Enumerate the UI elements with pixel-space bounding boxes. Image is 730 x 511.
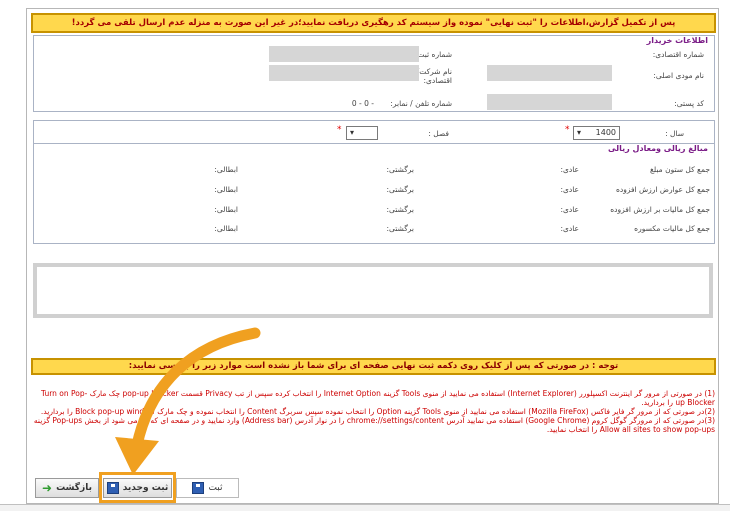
save-button[interactable]: ثبت	[176, 478, 239, 498]
amount-row: جمع کل مالیات بر ارزش افزوده عادی: برگشت…	[34, 202, 716, 220]
period-section: سال : ▾ 1400 * فصل : ▾ *	[33, 120, 715, 145]
floppy-disk-icon	[192, 482, 205, 494]
back-button[interactable]: ➜ بازگشت	[35, 478, 99, 498]
season-required-mark: *	[337, 125, 342, 135]
amount-row-label: جمع کل مالیات بر ارزش افزوده	[610, 205, 710, 214]
season-select[interactable]: ▾	[346, 126, 378, 140]
chevron-down-icon: ▾	[577, 128, 582, 137]
amount-normal-label: عادی:	[560, 224, 580, 233]
season-label: فصل :	[428, 129, 449, 138]
amount-returned-label: برگشتی:	[386, 185, 414, 194]
amount-returned-label: برگشتی:	[386, 224, 414, 233]
amount-row-label: جمع کل عوارض ارزش افزوده	[615, 185, 710, 194]
registration-number-label: شماره ثبت:	[414, 50, 452, 59]
bottom-bar	[0, 504, 730, 511]
year-select-value: 1400	[595, 128, 616, 137]
amount-normal-label: عادی:	[560, 185, 580, 194]
callout-arrow-icon	[115, 327, 261, 475]
result-panel	[33, 263, 713, 318]
amount-row-label: جمع کل ستون مبلغ	[649, 165, 710, 174]
amount-row: جمع کل مالیات مکسوره عادی: برگشتی: ابطال…	[34, 221, 716, 239]
amount-normal-label: عادی:	[560, 165, 580, 174]
postal-code-field	[487, 94, 612, 110]
company-name-field	[269, 65, 419, 81]
registration-number-field	[269, 46, 419, 62]
amount-returned-label: برگشتی:	[386, 165, 414, 174]
phone-value: 0 - 0 -	[351, 99, 374, 108]
back-button-label: بازگشت	[56, 483, 92, 493]
taxpayer-name-label: نام مودی اصلی:	[653, 71, 704, 80]
amount-cancelled-label: ابطالی:	[214, 205, 238, 214]
save-button-label: ثبت	[208, 483, 223, 493]
amount-returned-label: برگشتی:	[386, 205, 414, 214]
chevron-down-icon: ▾	[350, 128, 355, 137]
final-submit-warning: پس از تکمیل گزارش،اطلاعات را "ثبت نهایی"…	[31, 13, 716, 33]
amount-row: جمع کل ستون مبلغ عادی: برگشتی: ابطالی:	[34, 162, 716, 180]
economic-code-label: شماره اقتصادی:	[652, 50, 704, 59]
phone-label: شماره تلفن / نمابر:	[390, 99, 452, 108]
buyer-info-section: اطلاعات خریدار شماره اقتصادی: شماره ثبت:…	[33, 35, 715, 112]
amount-cancelled-label: ابطالی:	[214, 165, 238, 174]
highlight-box	[99, 472, 176, 503]
amount-normal-label: عادی:	[560, 205, 580, 214]
amount-row: جمع کل عوارض ارزش افزوده عادی: برگشتی: ا…	[34, 182, 716, 200]
amounts-title: مبالغ ریالی ومعادل ریالی	[608, 144, 708, 153]
taxpayer-name-field	[487, 65, 612, 81]
year-select[interactable]: ▾ 1400	[573, 126, 620, 140]
amount-row-label: جمع کل مالیات مکسوره	[634, 224, 710, 233]
amount-cancelled-label: ابطالی:	[214, 224, 238, 233]
year-required-mark: *	[565, 125, 570, 135]
back-arrow-icon: ➜	[42, 481, 53, 495]
amounts-section: مبالغ ریالی ومعادل ریالی جمع کل ستون مبل…	[33, 143, 715, 244]
postal-code-label: کد پستی:	[674, 99, 704, 108]
amount-cancelled-label: ابطالی:	[214, 185, 238, 194]
year-label: سال :	[665, 129, 684, 138]
buyer-info-title: اطلاعات خریدار	[646, 36, 708, 45]
